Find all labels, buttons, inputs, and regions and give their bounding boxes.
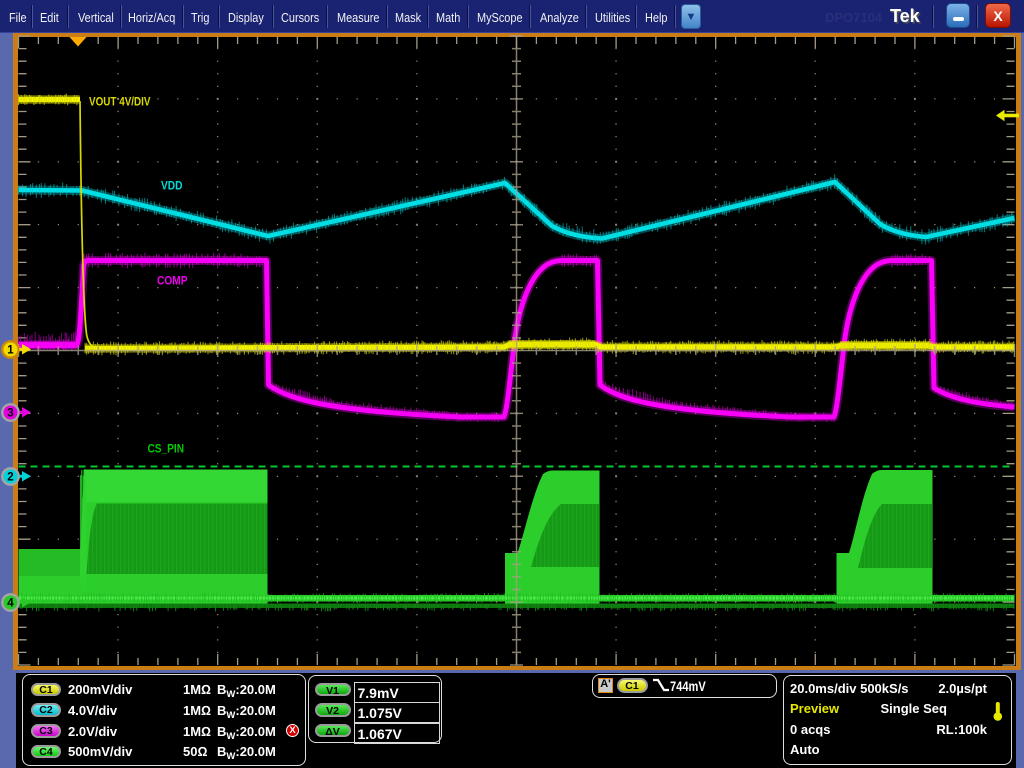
svg-text:2: 2 [7,472,13,484]
svg-text:1: 1 [7,345,14,357]
svg-text:CS_PIN: CS_PIN [148,444,185,456]
svg-text:COMP: COMP [157,276,188,288]
svg-text:VOUT 4V/DIV: VOUT 4V/DIV [89,97,151,109]
svg-text:3: 3 [7,408,13,420]
svg-text:VDD: VDD [161,181,183,193]
svg-text:4: 4 [7,598,14,610]
